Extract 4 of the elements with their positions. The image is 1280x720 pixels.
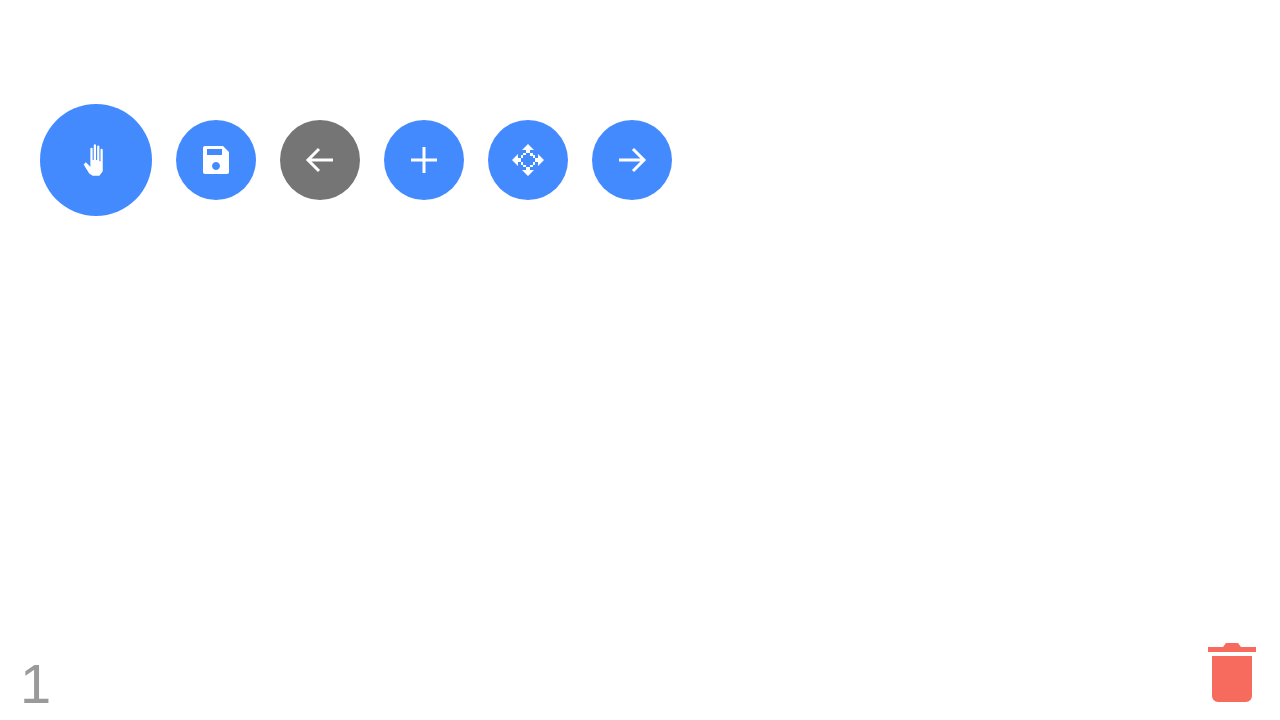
plus-icon — [408, 144, 440, 176]
trash-icon[interactable] — [1208, 641, 1256, 702]
page-number: 1 — [20, 656, 52, 712]
move-arrows-icon — [512, 144, 544, 176]
